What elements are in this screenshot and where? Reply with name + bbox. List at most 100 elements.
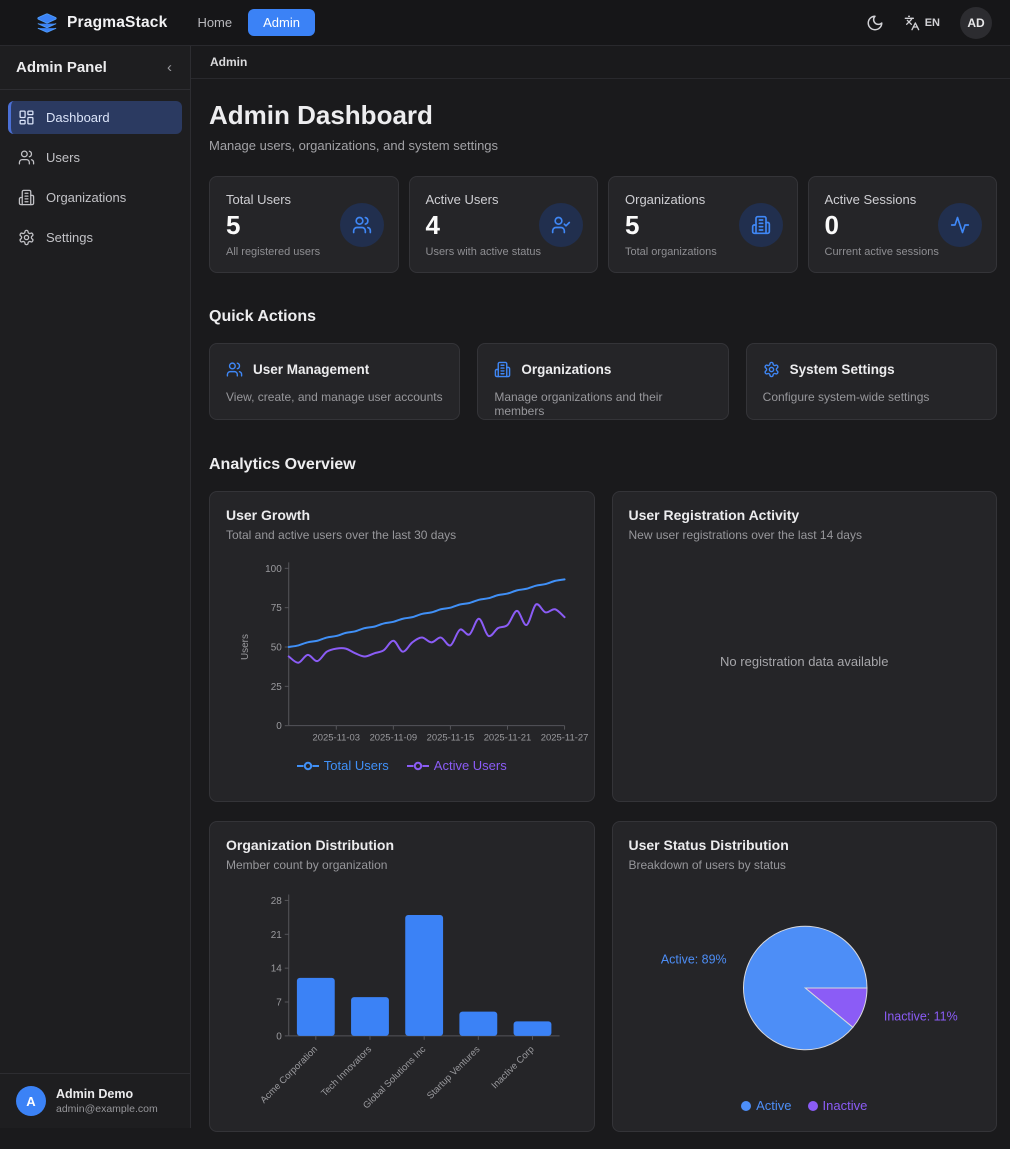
sidebar-item-settings[interactable]: Settings <box>8 221 182 254</box>
user-growth-card: User Growth Total and active users over … <box>209 491 595 802</box>
action-description: Configure system-wide settings <box>763 390 980 404</box>
svg-text:14: 14 <box>271 964 283 975</box>
stat-card-active-users: Active Users 4 Users with active status <box>409 176 599 273</box>
legend-item-total-users[interactable]: Total Users <box>297 758 389 773</box>
action-description: Manage organizations and their members <box>494 390 711 418</box>
brand[interactable]: PragmaStack <box>36 12 167 34</box>
stat-card-total-users: Total Users 5 All registered users <box>209 176 399 273</box>
user-check-icon <box>551 215 571 235</box>
legend-item-inactive[interactable]: Inactive <box>808 1098 868 1113</box>
breadcrumb[interactable]: Admin <box>210 55 247 69</box>
gear-icon <box>18 229 35 246</box>
user-email: admin@example.com <box>56 1103 158 1115</box>
chart-subtitle: Breakdown of users by status <box>629 858 981 872</box>
language-switcher[interactable]: EN <box>904 15 940 31</box>
language-code: EN <box>925 17 940 29</box>
svg-text:Users: Users <box>240 634 251 660</box>
svg-text:75: 75 <box>271 603 283 614</box>
action-card-system-settings[interactable]: System Settings Configure system-wide se… <box>746 343 997 420</box>
organization-distribution-card: Organization Distribution Member count b… <box>209 821 595 1132</box>
chart-subtitle: New user registrations over the last 14 … <box>629 528 981 542</box>
svg-text:21: 21 <box>271 930 283 941</box>
users-icon <box>352 215 372 235</box>
svg-text:Active: 89%: Active: 89% <box>660 953 726 967</box>
building-icon <box>751 215 771 235</box>
analytics-heading: Analytics Overview <box>209 456 997 474</box>
nav-link-home[interactable]: Home <box>197 15 232 30</box>
quick-actions-heading: Quick Actions <box>209 308 997 326</box>
svg-text:7: 7 <box>276 997 282 1008</box>
stat-card-organizations: Organizations 5 Total organizations <box>608 176 798 273</box>
stat-description: Users with active status <box>426 246 582 258</box>
svg-text:2025-11-03: 2025-11-03 <box>312 733 360 744</box>
organization-bar-chart: 07142128Acme CorporationTech InnovatorsG… <box>226 884 578 1122</box>
pie-chart-legend: Active Inactive <box>629 1098 981 1113</box>
legend-label: Inactive <box>823 1098 868 1113</box>
page-subtitle: Manage users, organizations, and system … <box>209 138 997 153</box>
legend-dot <box>741 1101 751 1111</box>
legend-label: Active Users <box>434 758 507 773</box>
quick-actions-grid: User Management View, create, and manage… <box>209 343 997 420</box>
action-card-organizations[interactable]: Organizations Manage organizations and t… <box>477 343 728 420</box>
sidebar-item-organizations[interactable]: Organizations <box>8 181 182 214</box>
brand-name: PragmaStack <box>67 14 167 32</box>
sidebar-item-label: Users <box>46 150 80 165</box>
stats-grid: Total Users 5 All registered users Activ… <box>209 176 997 273</box>
legend-item-active[interactable]: Active <box>741 1098 791 1113</box>
svg-text:Startup Ventures: Startup Ventures <box>425 1044 483 1102</box>
svg-text:2025-11-27: 2025-11-27 <box>541 733 589 744</box>
sidebar-item-dashboard[interactable]: Dashboard <box>8 101 182 134</box>
svg-text:2025-11-09: 2025-11-09 <box>370 733 418 744</box>
admin-sidebar: Admin Panel ‹ Dashboard Users Organizati… <box>0 46 191 1128</box>
action-card-user-management[interactable]: User Management View, create, and manage… <box>209 343 460 420</box>
sidebar-item-label: Dashboard <box>46 110 110 125</box>
legend-label: Active <box>756 1098 791 1113</box>
svg-text:28: 28 <box>271 896 283 907</box>
svg-text:Inactive: 11%: Inactive: 11% <box>883 1009 957 1023</box>
chart-title: Organization Distribution <box>226 837 578 853</box>
svg-text:Inactive Corp: Inactive Corp <box>490 1044 537 1091</box>
user-avatar: A <box>16 1086 46 1116</box>
user-menu-avatar[interactable]: AD <box>960 7 992 39</box>
main-content: Admin Admin Dashboard Manage users, orga… <box>191 0 1010 1149</box>
svg-text:100: 100 <box>265 564 282 575</box>
users-icon <box>226 361 243 378</box>
svg-text:Tech Innovators: Tech Innovators <box>319 1044 374 1099</box>
user-status-card: User Status Distribution Breakdown of us… <box>612 821 998 1132</box>
theme-toggle-button[interactable] <box>866 14 884 32</box>
building-icon <box>494 361 511 378</box>
user-status-pie-chart: Inactive: 11% Active: 89% <box>629 884 981 1092</box>
sidebar-user-card[interactable]: A Admin Demo admin@example.com <box>0 1073 190 1128</box>
legend-dot <box>808 1101 818 1111</box>
action-title: User Management <box>253 362 369 377</box>
layers-logo-icon <box>36 12 58 34</box>
legend-label: Total Users <box>324 758 389 773</box>
svg-text:2025-11-15: 2025-11-15 <box>427 733 475 744</box>
activity-icon <box>950 215 970 235</box>
action-title: System Settings <box>790 362 895 377</box>
action-description: View, create, and manage user accounts <box>226 390 443 404</box>
top-navbar: PragmaStack Home Admin EN AD <box>0 0 1010 46</box>
users-icon <box>18 149 35 166</box>
empty-chart-message: No registration data available <box>629 542 981 780</box>
sidebar-title: Admin Panel <box>16 59 107 76</box>
svg-text:0: 0 <box>276 721 282 732</box>
sidebar-item-users[interactable]: Users <box>8 141 182 174</box>
stat-description: Current active sessions <box>825 246 981 258</box>
gear-icon <box>763 361 780 378</box>
svg-text:Acme Corporation: Acme Corporation <box>258 1044 320 1106</box>
chart-subtitle: Total and active users over the last 30 … <box>226 528 578 542</box>
building-icon <box>18 189 35 206</box>
languages-icon <box>904 15 920 31</box>
sidebar-collapse-button[interactable]: ‹ <box>165 59 174 76</box>
charts-grid: User Growth Total and active users over … <box>209 491 997 1132</box>
line-chart-legend: Total Users Active Users <box>226 758 578 773</box>
registration-activity-card: User Registration Activity New user regi… <box>612 491 998 802</box>
legend-item-active-users[interactable]: Active Users <box>407 758 507 773</box>
page-title: Admin Dashboard <box>209 100 997 131</box>
user-growth-line-chart: 02550751002025-11-032025-11-092025-11-15… <box>226 554 578 746</box>
nav-link-admin[interactable]: Admin <box>248 9 315 36</box>
svg-text:25: 25 <box>271 682 283 693</box>
svg-text:2025-11-21: 2025-11-21 <box>484 733 532 744</box>
stat-description: All registered users <box>226 246 382 258</box>
